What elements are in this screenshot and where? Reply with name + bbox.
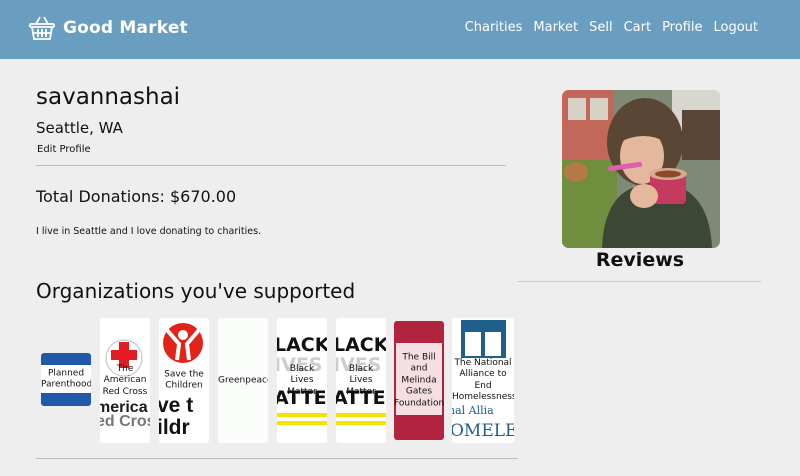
nav-links: Charities Market Sell Cart Profile Logou… bbox=[454, 20, 758, 35]
username: savannashai bbox=[36, 84, 181, 110]
edit-profile-link[interactable]: Edit Profile bbox=[37, 144, 91, 155]
org-card-greenpeace[interactable]: Greenpeace bbox=[218, 318, 268, 443]
nav-charities[interactable]: Charities bbox=[465, 20, 523, 35]
svg-text:OMELE: OMELE bbox=[452, 421, 514, 441]
nav-profile[interactable]: Profile bbox=[662, 20, 702, 35]
svg-text:ve t: ve t bbox=[159, 394, 193, 417]
total-donations: Total Donations: $670.00 bbox=[36, 187, 237, 206]
organizations-title: Organizations you've supported bbox=[36, 279, 356, 303]
nav-cart[interactable]: Cart bbox=[624, 20, 652, 35]
navbar: Good Market Charities Market Sell Cart P… bbox=[0, 0, 800, 59]
svg-text:nal Allia: nal Allia bbox=[452, 404, 494, 417]
nav-market[interactable]: Market bbox=[533, 20, 578, 35]
org-name: Greenpeace bbox=[218, 374, 268, 385]
org-card-gates-foundation[interactable]: The Bill and Melinda Gates Foundation bbox=[394, 321, 444, 440]
org-name: Save the Children bbox=[164, 369, 204, 391]
org-name: The National Alliance to End Homelessnes… bbox=[452, 357, 514, 403]
svg-text:LACK: LACK bbox=[277, 334, 327, 356]
svg-text:ildr: ildr bbox=[159, 416, 190, 439]
profile-photo bbox=[562, 90, 720, 248]
org-name: The American Red Cross bbox=[102, 363, 148, 397]
divider bbox=[518, 281, 761, 282]
org-name: Planned Parenthood bbox=[41, 368, 91, 390]
org-card-end-homelessness[interactable]: nal Allia OMELE The National Alliance to… bbox=[452, 318, 514, 443]
org-card-black-lives-matter[interactable]: LACK IVES ATTE Black Lives Matter bbox=[336, 318, 386, 443]
user-bio: I live in Seattle and I love donating to… bbox=[36, 226, 262, 237]
org-card-red-cross[interactable]: merica ed Cros The American Red Cross bbox=[100, 318, 150, 443]
divider bbox=[36, 458, 518, 459]
nav-sell[interactable]: Sell bbox=[589, 20, 612, 35]
org-card-black-lives-matter[interactable]: LACK IVES ATTE Black Lives Matter bbox=[277, 318, 327, 443]
nav-logout[interactable]: Logout bbox=[713, 20, 758, 35]
org-name: Black Lives Matter bbox=[346, 363, 376, 397]
brand-link[interactable]: Good Market bbox=[28, 12, 188, 44]
divider bbox=[36, 165, 506, 166]
svg-text:ed Cros: ed Cros bbox=[100, 413, 150, 430]
basket-icon bbox=[29, 16, 55, 40]
brand-name: Good Market bbox=[63, 18, 188, 38]
org-card-save-the-children[interactable]: ve t ildr Save the Children bbox=[159, 318, 209, 443]
org-card-planned-parenthood[interactable]: Planned Parenthood bbox=[41, 353, 91, 406]
org-name: Black Lives Matter bbox=[287, 363, 317, 397]
reviews-title: Reviews bbox=[595, 249, 685, 271]
org-name: The Bill and Melinda Gates Foundation bbox=[394, 351, 444, 408]
svg-text:LACK: LACK bbox=[336, 334, 386, 356]
user-location: Seattle, WA bbox=[36, 119, 123, 137]
